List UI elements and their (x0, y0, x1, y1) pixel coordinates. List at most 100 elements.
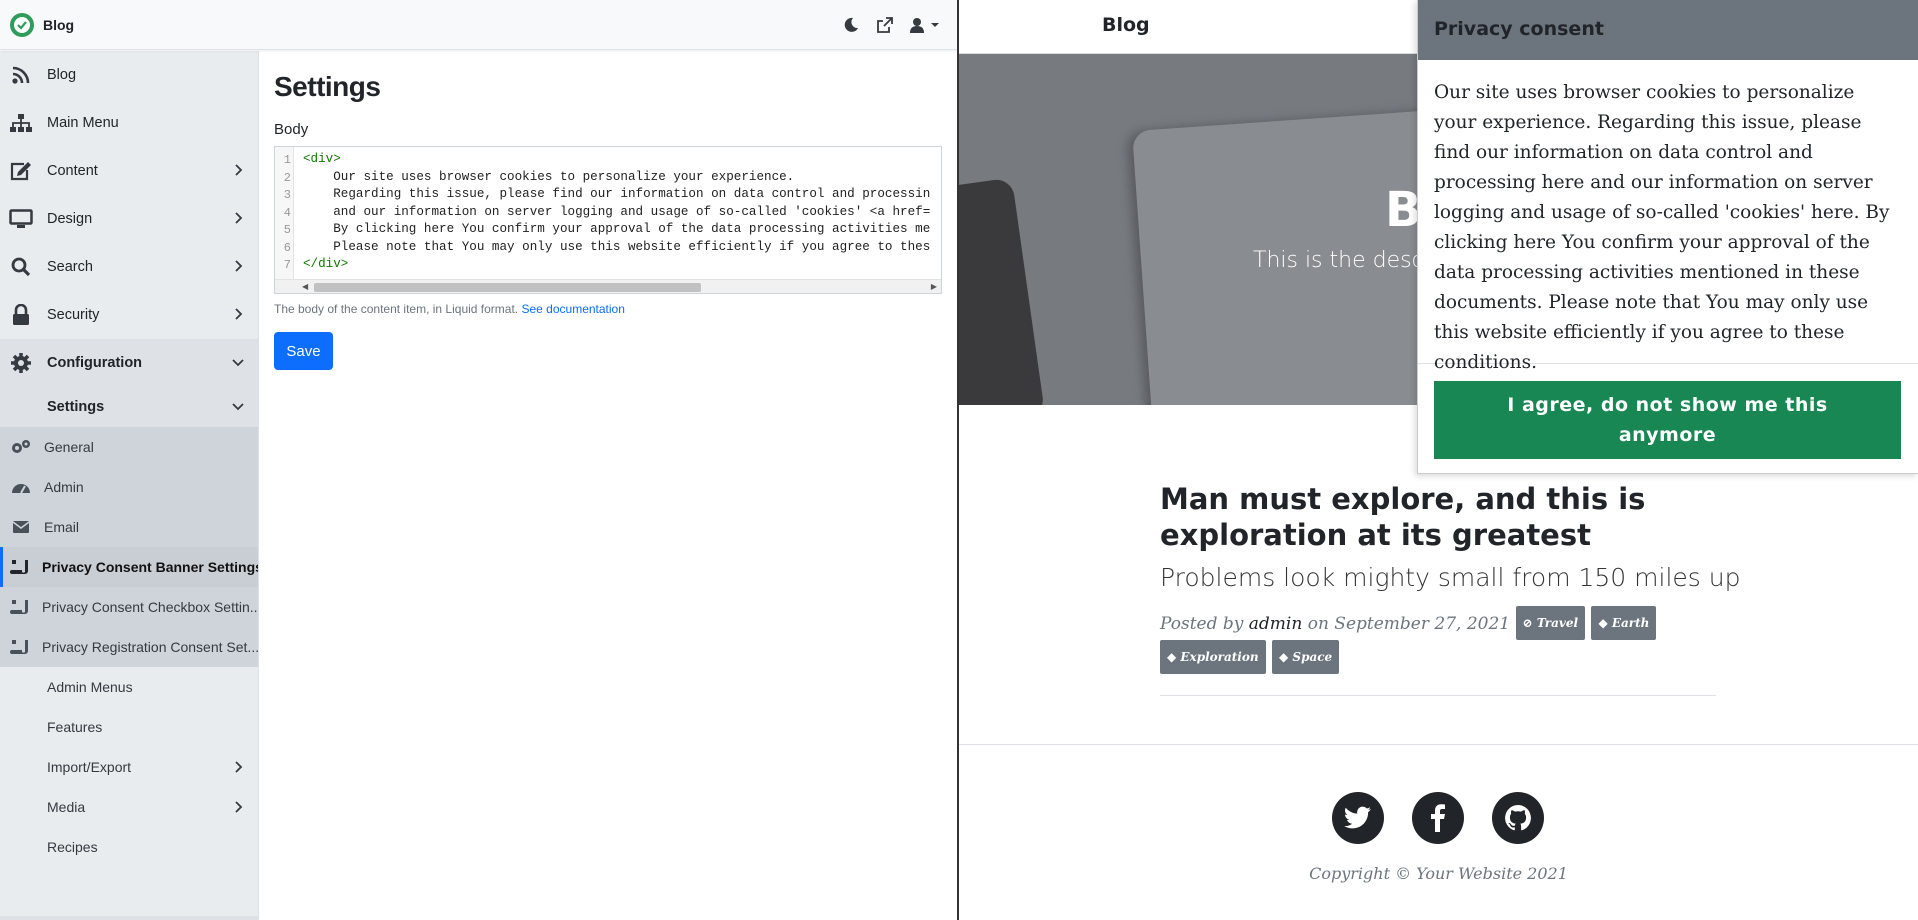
settings-item-label: Privacy Registration Consent Set... (42, 639, 258, 655)
save-button[interactable]: Save (274, 332, 333, 370)
line-number: 1 (283, 153, 291, 167)
orchard-logo-icon[interactable] (9, 12, 35, 38)
line-number: 2 (283, 170, 291, 185)
code-line: Please note that You may only use this w… (303, 239, 931, 254)
config-item-import-export[interactable]: Import/Export (0, 747, 258, 787)
see-documentation-link[interactable]: See documentation (521, 302, 624, 316)
code-line: Regarding this issue, please find our in… (303, 187, 931, 201)
scrollbar-thumb[interactable] (314, 283, 701, 292)
gear-icon (8, 350, 34, 376)
badge-label: Space (1292, 650, 1333, 664)
config-item-label: Media (47, 799, 86, 815)
admin-sidebar: Blog Main Menu Content Design Search Sec… (0, 51, 259, 920)
chevron-right-icon (235, 801, 243, 813)
sidebar-item-security[interactable]: Security (0, 291, 258, 339)
external-link-icon[interactable] (875, 15, 895, 35)
post-date: on September 27, 2021 (1307, 614, 1511, 634)
lock-icon (8, 302, 34, 328)
scroll-left-arrow-icon[interactable]: ◀ (302, 282, 308, 291)
github-icon[interactable] (1492, 792, 1544, 844)
chevron-right-icon (235, 308, 243, 320)
sidebar-item-search[interactable]: Search (0, 243, 258, 291)
settings-item-label: Admin (44, 479, 84, 495)
editor-horizontal-scrollbar[interactable]: ◀ ▶ (275, 279, 941, 293)
consent-agree-button[interactable]: I agree, do not show me this anymore (1434, 381, 1901, 459)
consent-body-text: Our site uses browser cookies to persona… (1418, 60, 1918, 373)
scroll-icon (10, 598, 30, 616)
category-badge-travel[interactable]: ⊘ Travel (1515, 606, 1586, 640)
settings-item-admin[interactable]: Admin (0, 467, 258, 507)
sidebar-item-blog[interactable]: Blog (0, 51, 258, 99)
line-number: 6 (283, 240, 291, 255)
body-field-label: Body (274, 121, 309, 138)
sidebar-item-design[interactable]: Design (0, 195, 258, 243)
scroll-right-arrow-icon[interactable]: ▶ (931, 282, 937, 291)
settings-item-privacy-consent-checkbox[interactable]: Privacy Consent Checkbox Settin... (0, 587, 258, 627)
privacy-consent-banner: Privacy consent Our site uses browser co… (1417, 0, 1918, 474)
edit-icon (8, 158, 34, 184)
post-divider (1160, 695, 1716, 696)
chevron-right-icon (235, 164, 243, 176)
chevron-right-icon (235, 260, 243, 272)
settings-item-label: Email (44, 519, 80, 535)
consent-title: Privacy consent (1418, 0, 1918, 60)
tag-badge-space[interactable]: ◆ Space (1272, 640, 1340, 674)
scroll-icon (10, 638, 30, 656)
tag-badge-earth[interactable]: ◆ Earth (1591, 606, 1657, 640)
sidebar-item-settings[interactable]: Settings (0, 387, 258, 427)
admin-brand[interactable]: Blog (43, 17, 74, 33)
body-code-editor[interactable]: 1 2 3 4 5 6 7 <div> Our site uses browse… (274, 146, 942, 294)
admin-pane: Blog Blog Main Menu Content Design Searc… (0, 0, 957, 920)
facebook-icon[interactable] (1412, 792, 1464, 844)
body-help-text: The body of the content item, in Liquid … (274, 302, 944, 316)
config-item-admin-menus[interactable]: Admin Menus (0, 667, 258, 707)
post-title[interactable]: Man must explore, and this is exploratio… (1160, 481, 1720, 553)
scroll-icon (10, 558, 30, 576)
sidebar-item-label: Search (47, 259, 93, 275)
help-text-label: The body of the content item, in Liquid … (274, 302, 519, 316)
settings-item-privacy-consent-banner[interactable]: Privacy Consent Banner Settings (0, 547, 258, 587)
chevron-down-icon (232, 359, 244, 367)
config-item-label: Import/Export (47, 759, 132, 775)
theme-toggle-icon[interactable] (841, 15, 861, 35)
chevron-right-icon (235, 212, 243, 224)
sidebar-item-content[interactable]: Content (0, 147, 258, 195)
sidebar-item-label: Main Menu (47, 115, 119, 131)
config-item-features[interactable]: Features (0, 707, 258, 747)
twitter-icon[interactable] (1332, 792, 1384, 844)
config-item-recipes[interactable]: Recipes (0, 827, 258, 867)
config-item-label: Features (47, 719, 103, 735)
post-preview[interactable]: Man must explore, and this is exploratio… (1160, 481, 1740, 674)
monitor-icon (8, 206, 34, 232)
settings-content: Settings Body 1 2 3 4 5 6 7 <div> Our si… (274, 51, 944, 370)
copyright-text: Copyright © Your Website 2021 (1309, 864, 1568, 883)
sitemap-icon (8, 110, 34, 136)
settings-item-general[interactable]: General (0, 427, 258, 467)
line-number: 4 (283, 205, 291, 220)
chevron-right-icon (235, 761, 243, 773)
footer-divider (959, 744, 1918, 745)
settings-item-privacy-registration-consent[interactable]: Privacy Registration Consent Set... (0, 627, 258, 667)
settings-item-email[interactable]: Email (0, 507, 258, 547)
post-subtitle[interactable]: Problems look mighty small from 150 mile… (1160, 563, 1740, 592)
settings-item-label: Privacy Consent Checkbox Settin... (42, 599, 258, 615)
hero-subtitle: This is the desc (1253, 248, 1424, 273)
hero-phone-image (959, 177, 1046, 405)
config-item-label: Recipes (47, 839, 98, 855)
code-line: <div> (303, 152, 341, 166)
post-meta: Posted by admin on September 27, 2021 ⊘ … (1160, 606, 1720, 674)
user-menu-icon[interactable] (909, 15, 943, 35)
post-author-link[interactable]: admin (1249, 614, 1303, 634)
site-brand[interactable]: Blog (1102, 14, 1150, 36)
line-number: 3 (283, 188, 291, 202)
sidebar-item-main-menu[interactable]: Main Menu (0, 99, 258, 147)
chevron-down-icon (232, 403, 244, 411)
sidebar-item-configuration[interactable]: Configuration (0, 339, 258, 387)
sidebar-item-label: Content (47, 163, 98, 179)
search-icon (8, 254, 34, 280)
editor-gutter: 1 2 3 4 5 6 7 (275, 147, 294, 279)
config-item-media[interactable]: Media (0, 787, 258, 827)
line-number: 5 (283, 223, 291, 237)
sidebar-item-label: Configuration (47, 355, 143, 371)
tag-badge-exploration[interactable]: ◆ Exploration (1160, 640, 1266, 674)
